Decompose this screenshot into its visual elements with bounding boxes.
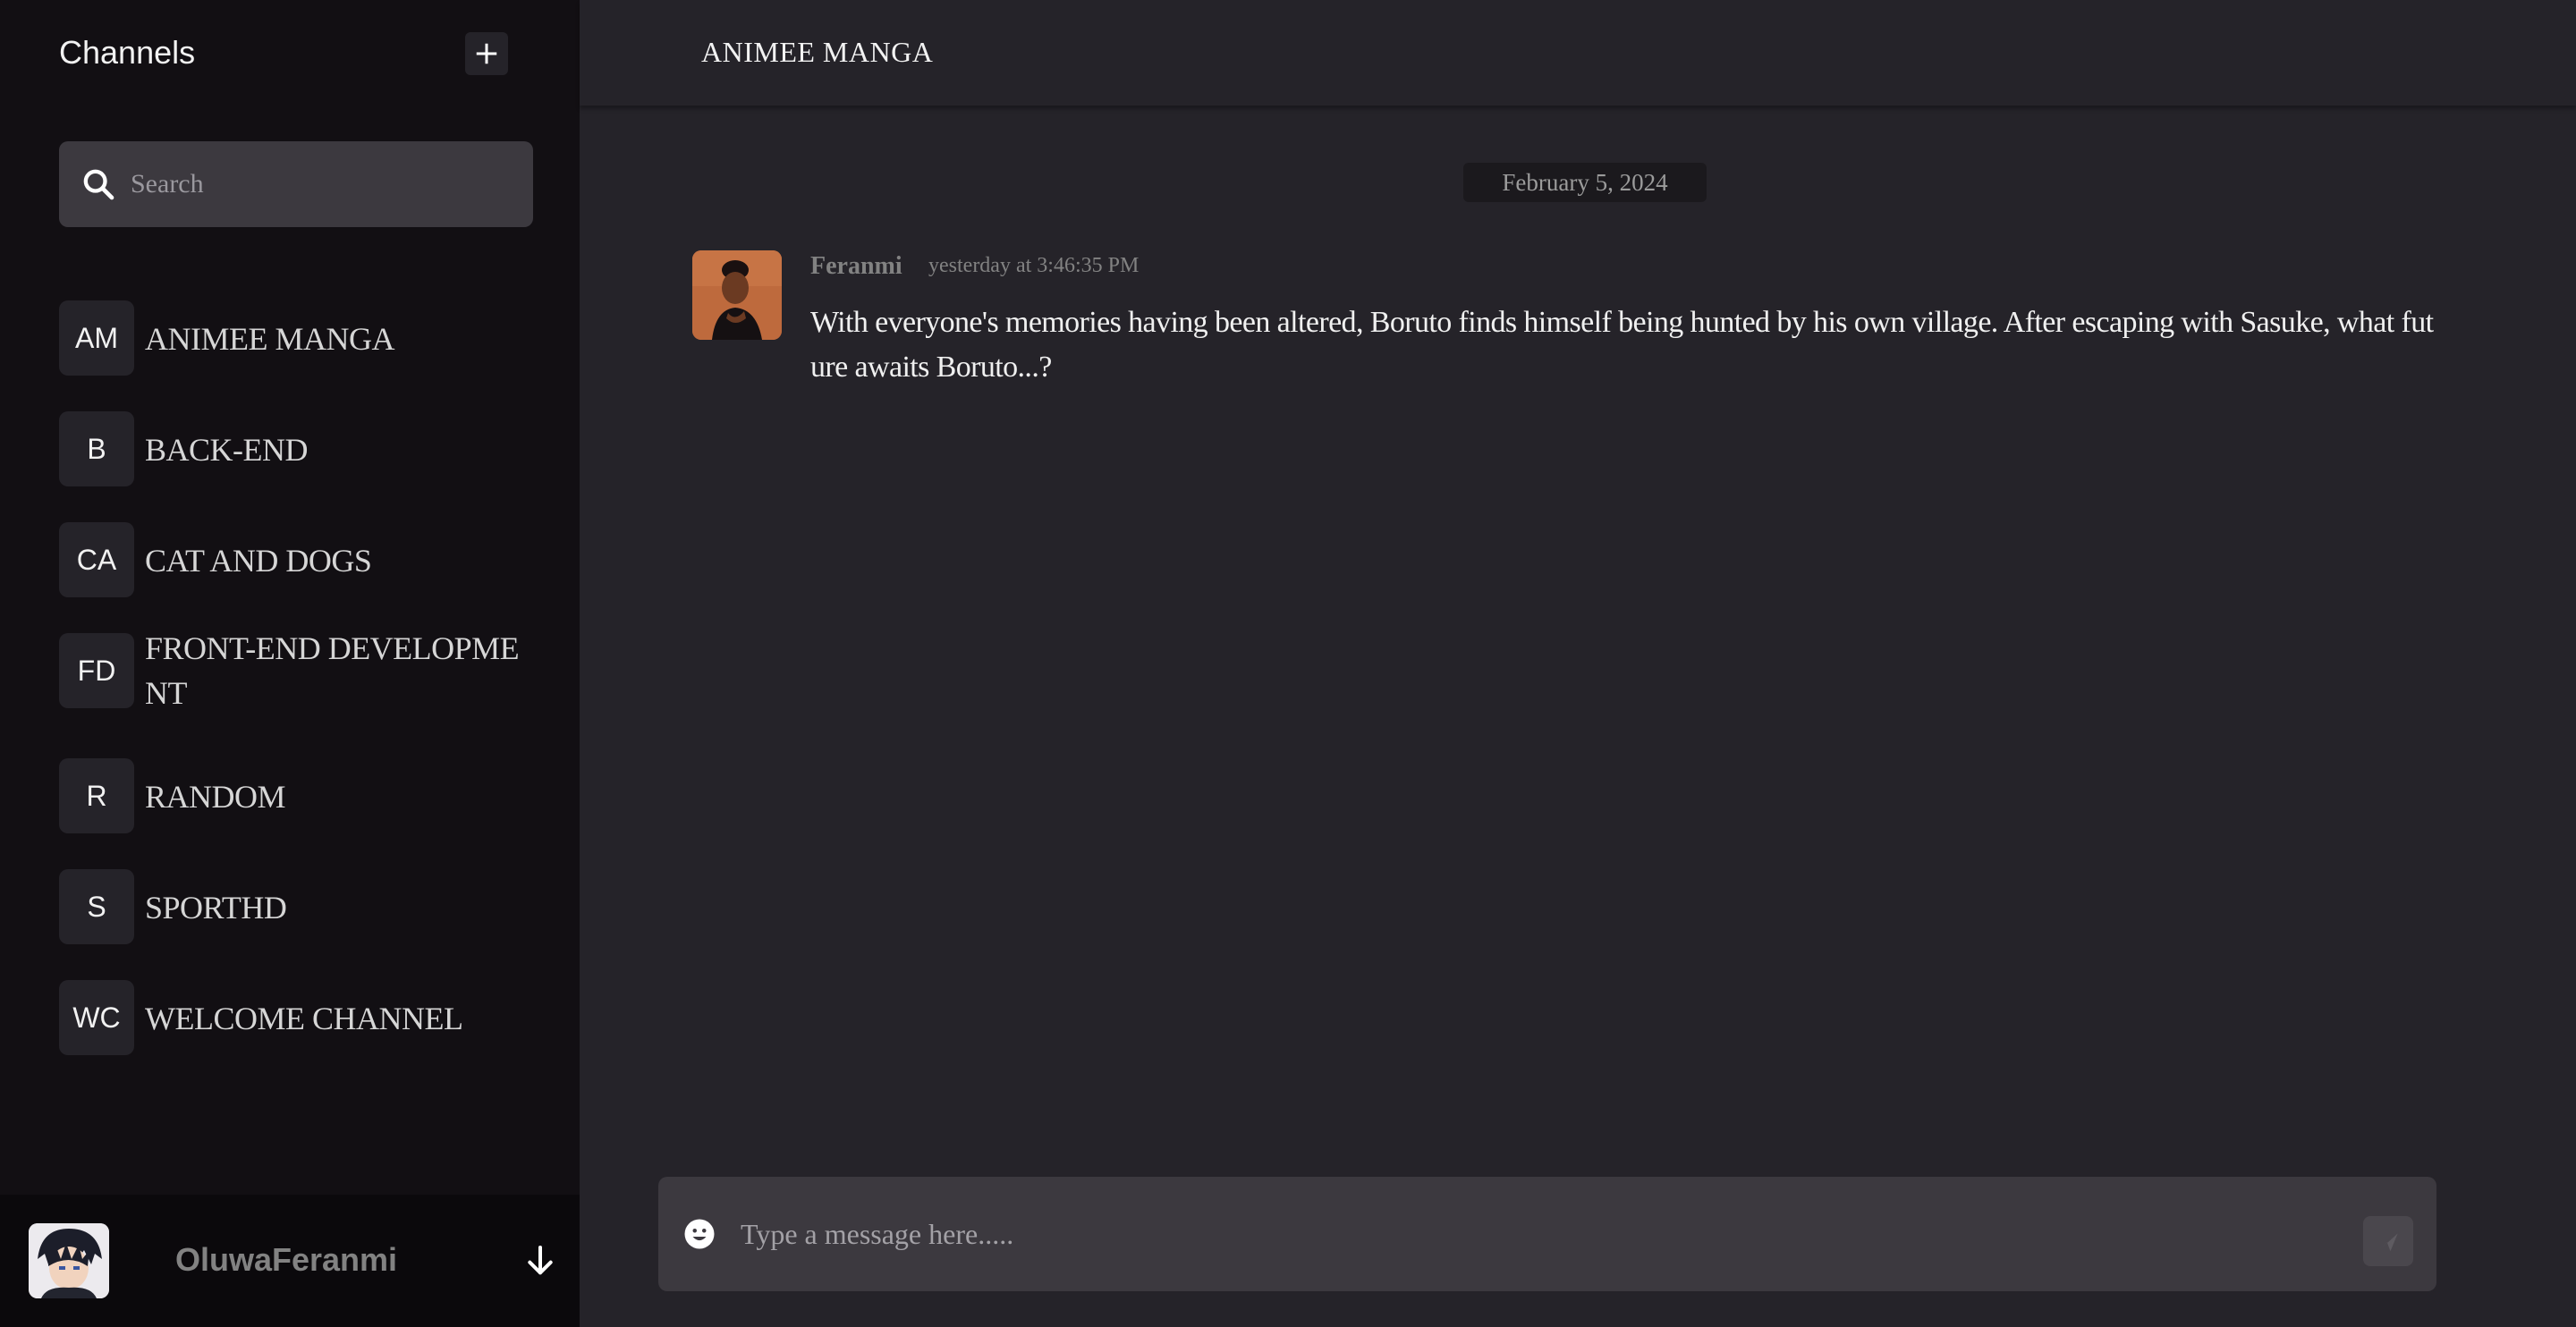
message-timestamp: yesterday at 3:46:35 PM	[928, 254, 1140, 277]
message-avatar[interactable]	[692, 250, 782, 340]
channel-initials: WC	[59, 980, 134, 1055]
channel-header: ANIMEE MANGA	[580, 0, 2576, 106]
channel-item[interactable]: S SPORTHD	[59, 869, 542, 944]
channel-initials: AM	[59, 300, 134, 376]
sidebar-header: Channels	[0, 0, 580, 106]
sidebar: Channels AM ANIMEE MANGA B BACK-END CA C	[0, 0, 580, 1327]
channel-title: ANIMEE MANGA	[701, 36, 934, 68]
channel-item[interactable]: R RANDOM	[59, 758, 542, 833]
channel-name: ANIMEE MANGA	[145, 321, 394, 357]
channel-initials: S	[59, 869, 134, 944]
user-bar: OluwaFeranmi	[0, 1195, 580, 1327]
channel-name: CAT AND DOGS	[145, 543, 372, 579]
add-channel-button[interactable]	[465, 32, 508, 75]
channel-name: BACK-END	[145, 432, 309, 468]
channel-name: FRONT-END DEVELOPMENT	[145, 630, 520, 711]
channel-name: RANDOM	[145, 779, 286, 815]
chat-app: Channels AM ANIMEE MANGA B BACK-END CA C	[0, 0, 2576, 1327]
send-icon	[2377, 1231, 2399, 1252]
channel-name: WELCOME CHANNEL	[145, 1001, 463, 1036]
channel-initials: B	[59, 411, 134, 486]
channel-initials: CA	[59, 522, 134, 597]
channel-name: SPORTHD	[145, 890, 287, 926]
arrow-down-icon[interactable]	[522, 1243, 558, 1279]
message-input[interactable]	[741, 1177, 2279, 1291]
plus-icon	[476, 43, 497, 64]
channel-initials: FD	[59, 633, 134, 708]
chat-main: ANIMEE MANGA February 5, 2024 Feranmi ye…	[580, 0, 2576, 1327]
message-composer	[658, 1177, 2436, 1291]
user-avatar-image	[29, 1223, 109, 1298]
search-input[interactable]	[131, 141, 515, 227]
channel-item[interactable]: FD FRONT-END DEVELOPMENT	[59, 630, 542, 711]
send-button[interactable]	[2363, 1216, 2413, 1266]
search-icon	[83, 169, 114, 200]
channel-item[interactable]: WC WELCOME CHANNEL	[59, 980, 542, 1055]
date-divider: February 5, 2024	[1463, 163, 1707, 202]
channel-item[interactable]: B BACK-END	[59, 411, 542, 486]
smiley-icon[interactable]	[683, 1218, 716, 1250]
user-name: OluwaFeranmi	[175, 1241, 398, 1278]
channel-search[interactable]	[59, 141, 533, 227]
channel-initials: R	[59, 758, 134, 833]
user-avatar[interactable]	[29, 1223, 109, 1298]
author-avatar-image	[692, 250, 782, 340]
sidebar-title: Channels	[59, 34, 196, 71]
message-text: With everyone's memories having been alt…	[810, 306, 2434, 384]
message-author: Feranmi	[810, 252, 902, 280]
channel-item[interactable]: AM ANIMEE MANGA	[59, 300, 542, 376]
channel-item[interactable]: CA CAT AND DOGS	[59, 522, 542, 597]
